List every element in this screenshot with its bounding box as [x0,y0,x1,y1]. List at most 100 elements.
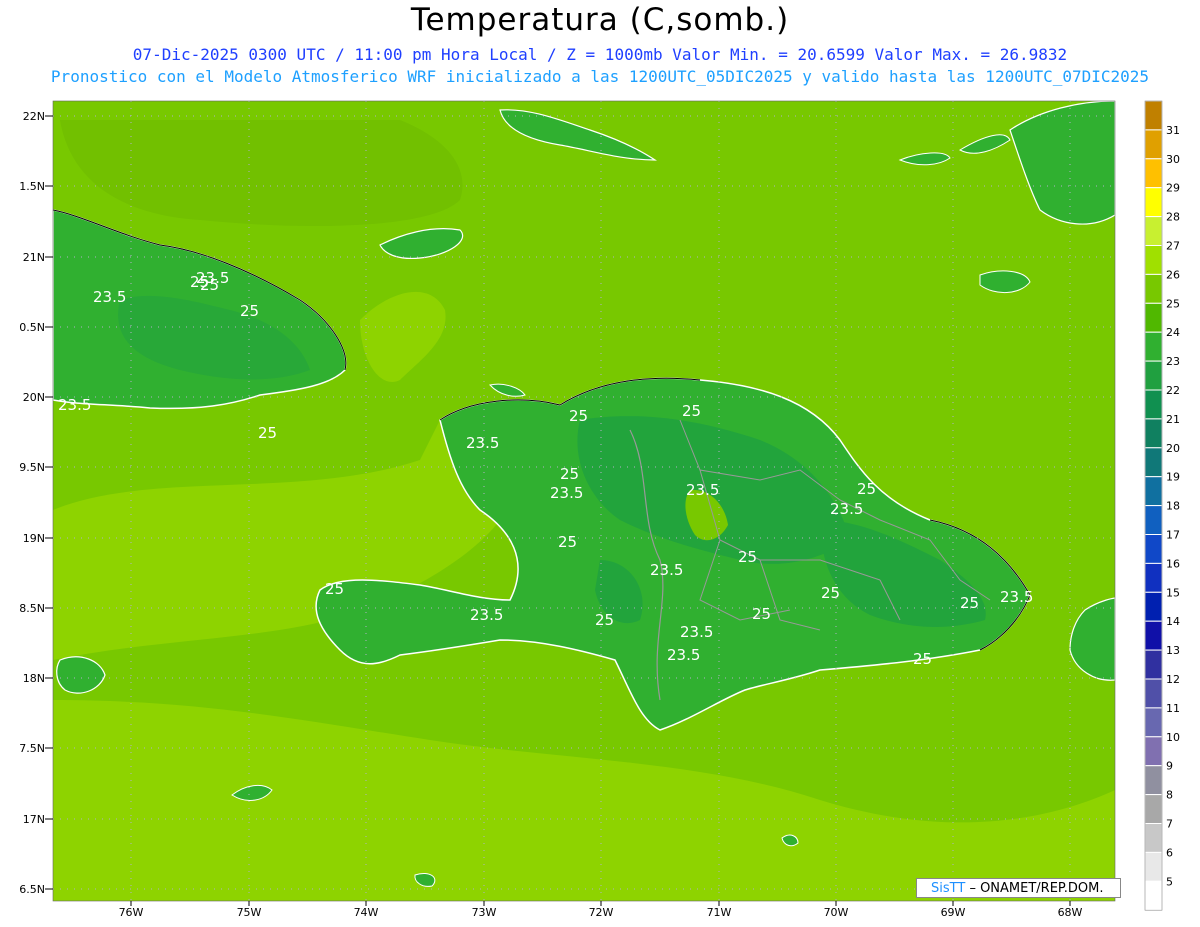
latitude-label: 1.5N [19,180,45,193]
contour-label: 23.5 [470,606,503,624]
contour-label: 25 [913,650,932,668]
longitude-label: 74W [354,906,379,919]
contour-label: 25 [560,465,579,483]
colorbar-swatch [1144,823,1163,853]
colorbar-swatch [1144,389,1163,420]
colorbar-label: 5 [1166,875,1173,888]
colorbar-label: 22 [1166,384,1180,397]
colorbar-label: 17 [1166,529,1180,542]
colorbar-swatch [1144,331,1163,362]
longitude-label: 69W [941,906,966,919]
latitude-label: 6.5N [19,883,45,896]
colorbar-label: 21 [1166,413,1180,426]
contour-label: 25 [325,580,344,598]
colorbar-label: 13 [1166,644,1180,657]
colorbar-swatch [1144,562,1163,593]
contour-label: 25 [752,605,771,623]
colorbar-label: 8 [1166,789,1173,802]
latitude-axis: 22N 1.5N 21N 0.5N 20N 9.5N 19N 8.5N 18N 7.5N 17N 6.… [19,110,53,896]
colorbar-swatch [1144,620,1163,651]
contour-label: 23.5 [686,481,719,499]
colorbar-swatch [1144,158,1163,189]
colorbar-swatch [1144,447,1163,478]
contour-label: 23.5 [466,434,499,452]
colorbar-label: 10 [1166,731,1180,744]
contour-label: 25 [595,611,614,629]
colorbar-swatch [1144,736,1163,767]
colorbar-label: 23 [1166,355,1180,368]
longitude-label: 71W [707,906,732,919]
colorbar-label: 18 [1166,500,1180,513]
colorbar-swatch [1144,360,1163,391]
contour-label: 25 [738,548,757,566]
colorbar-label: 29 [1166,182,1180,195]
colorbar-label: 19 [1166,471,1180,484]
colorbar-swatch [1144,649,1163,680]
colorbar-swatch [1144,794,1163,824]
colorbar-swatch [1144,678,1163,709]
colorbar-label: 31 [1166,124,1180,137]
contour-label: 25 [200,276,219,294]
colorbar-swatch [1144,245,1163,275]
longitude-label: 70W [824,906,849,919]
colorbar-swatch [1144,534,1163,564]
contour-label: 23.5 [667,646,700,664]
colorbar-swatch [1144,505,1163,536]
colorbar-swatch [1144,476,1163,507]
latitude-label: 17N [23,813,45,826]
latitude-label: 7.5N [19,742,45,755]
contour-label: 25 [682,402,701,420]
contour-label: 23.5 [1000,588,1033,606]
contour-label: 23.5 [650,561,683,579]
colorbar-swatch [1144,129,1163,160]
colorbar-swatch [1144,707,1163,738]
longitude-label: 75W [237,906,262,919]
colorbar-label: 12 [1166,673,1180,686]
longitude-label: 72W [589,906,614,919]
colorbar-label: 14 [1166,615,1180,628]
longitude-label: 76W [119,906,144,919]
colorbar-swatch [1144,100,1163,131]
sistt-logo: SisTT [931,881,966,896]
contour-label: 25 [558,533,577,551]
credit-text: – ONAMET/REP.DOM. [969,881,1104,896]
colorbar-swatch [1144,216,1163,247]
colorbar-swatch [1144,273,1163,304]
colorbar-label: 15 [1166,586,1180,599]
longitude-axis: 76W 75W 74W 73W 72W 71W 70W 69W 68W [119,901,1083,919]
colorbar-label: 11 [1166,702,1180,715]
contour-label: 25 [857,480,876,498]
colorbar-label: 20 [1166,442,1180,455]
colorbar-swatch [1144,591,1163,622]
longitude-label: 73W [472,906,497,919]
credit-box: SisTT – ONAMET/REP.DOM. [916,878,1121,898]
latitude-label: 19N [23,532,45,545]
contour-label: 23.5 [680,623,713,641]
longitude-label: 68W [1058,906,1083,919]
latitude-label: 20N [23,391,45,404]
colorbar-label: 6 [1166,846,1173,859]
contour-label: 25 [821,584,840,602]
colorbar-label: 7 [1166,818,1173,831]
colorbar-swatch [1144,302,1163,333]
latitude-label: 22N [23,110,45,123]
colorbar-label: 9 [1166,760,1173,773]
contour-label: 23.5 [830,500,863,518]
colorbar-label: 24 [1166,326,1180,339]
contour-label: 23.5 [550,484,583,502]
latitude-label: 8.5N [19,602,45,615]
contour-label: 23.5 [93,288,126,306]
latitude-label: 18N [23,672,45,685]
colorbar-label: 28 [1166,211,1180,224]
colorbar-label: 26 [1166,268,1180,281]
latitude-label: 21N [23,251,45,264]
contour-label: 25 [960,594,979,612]
colorbar-swatch [1144,418,1163,449]
contour-label: 25 [569,407,588,425]
latitude-label: 0.5N [19,321,45,334]
colorbar-label: 25 [1166,297,1180,310]
colorbar-swatch [1144,851,1163,882]
colorbar-swatch [1144,765,1163,796]
colorbar-label: 16 [1166,557,1180,570]
colorbar-swatch [1144,880,1163,911]
